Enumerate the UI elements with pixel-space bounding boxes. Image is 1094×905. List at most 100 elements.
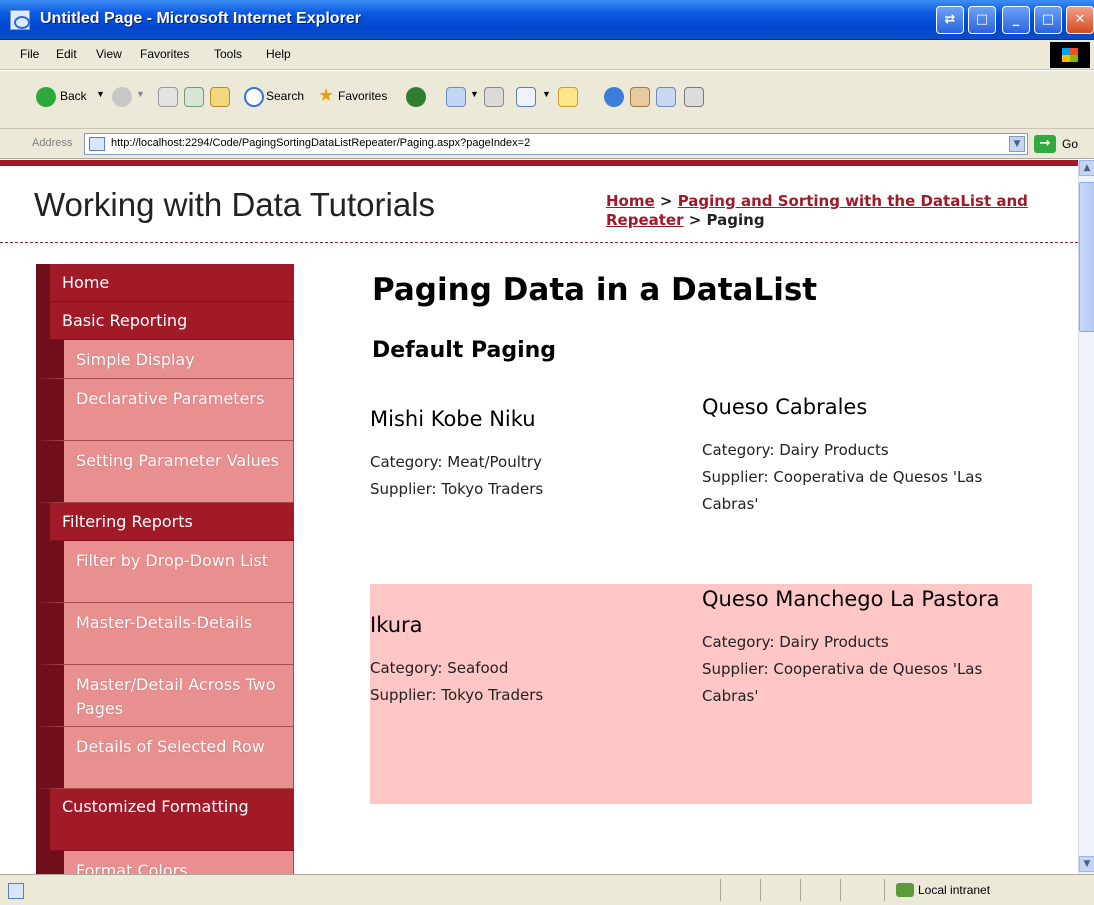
close-button[interactable]: ✕ (1066, 6, 1094, 34)
vertical-scrollbar[interactable]: ▲ ▼ (1078, 160, 1094, 874)
product-supplier: Supplier: Tokyo Traders (370, 480, 544, 498)
toolbar-extra-icon[interactable] (656, 87, 676, 107)
page-icon (89, 137, 105, 151)
product-item: Mishi Kobe Niku Category: Meat/Poultry S… (370, 406, 700, 503)
sidebar-item-master-detail-two-pages[interactable]: Master/Detail Across Two Pages (36, 665, 294, 727)
scroll-thumb[interactable] (1079, 182, 1094, 332)
product-supplier: Supplier: Cooperativa de Quesos 'Las Cab… (702, 660, 983, 705)
media-icon[interactable] (406, 87, 426, 107)
sidebar-item-declarative-parameters[interactable]: Declarative Parameters (36, 379, 294, 441)
status-divider (720, 879, 721, 901)
status-divider (840, 879, 841, 901)
sidebar-item-master-details-details[interactable]: Master-Details-Details (36, 603, 294, 665)
stop-icon[interactable] (158, 87, 178, 107)
title-bar: Untitled Page - Microsoft Internet Explo… (0, 0, 1094, 40)
site-title: Working with Data Tutorials (34, 186, 436, 223)
search-icon[interactable] (244, 87, 264, 107)
product-category: Category: Meat/Poultry (370, 453, 542, 471)
breadcrumb-separator: > (659, 192, 673, 210)
product-category: Category: Dairy Products (702, 633, 889, 651)
datalist-row: Mishi Kobe Niku Category: Meat/Poultry S… (370, 384, 1032, 584)
sidebar-item-filter-by-dropdown[interactable]: Filter by Drop-Down List (36, 541, 294, 603)
back-dropdown-icon[interactable]: ▼ (96, 89, 105, 99)
go-arrow-icon[interactable]: → (1034, 135, 1056, 153)
product-name: Mishi Kobe Niku (370, 407, 536, 431)
maximize-button[interactable]: □ (1034, 6, 1062, 34)
product-category: Category: Seafood (370, 659, 509, 677)
breadcrumb: Home > Paging and Sorting with the DataL… (606, 192, 1046, 230)
sidebar-item-details-selected-row[interactable]: Details of Selected Row (36, 727, 294, 789)
mail-dropdown-icon[interactable]: ▼ (470, 89, 479, 99)
discuss-icon[interactable] (558, 87, 578, 107)
refresh-icon[interactable] (184, 87, 204, 107)
address-url[interactable]: http://localhost:2294/Code/PagingSorting… (111, 137, 530, 149)
status-divider (760, 879, 761, 901)
restore-screen-icon[interactable]: ⇄ (936, 6, 964, 34)
word-edit-icon[interactable] (516, 87, 536, 107)
address-label: Address (32, 137, 73, 149)
ie-page-icon (10, 10, 30, 30)
search-button[interactable]: Search (266, 89, 304, 103)
messenger-icon[interactable] (604, 87, 624, 107)
product-supplier: Supplier: Tokyo Traders (370, 686, 544, 704)
sidebar-item-filtering-reports[interactable]: Filtering Reports (36, 503, 294, 541)
edit-dropdown-icon[interactable]: ▼ (542, 89, 551, 99)
sidebar-nav: Home Basic Reporting Simple Display Decl… (36, 264, 294, 874)
status-bar: Local intranet (0, 874, 1094, 905)
product-category: Category: Dairy Products (702, 441, 889, 459)
breadcrumb-current: Paging (706, 211, 765, 229)
page-status-icon (8, 883, 24, 899)
sidebar-item-simple-display[interactable]: Simple Display (36, 340, 294, 379)
breadcrumb-separator: > (688, 211, 702, 229)
status-divider (800, 879, 801, 901)
product-supplier: Supplier: Cooperativa de Quesos 'Las Cab… (702, 468, 983, 513)
menu-view[interactable]: View (96, 47, 122, 61)
back-button[interactable]: Back (60, 89, 87, 103)
status-divider (884, 879, 885, 901)
toolbar: Back ▼ ▼ Search ★ Favorites ▼ ▼ (0, 71, 1094, 129)
intranet-zone-icon (896, 883, 914, 897)
product-name: Queso Manchego La Pastora (702, 587, 1000, 611)
home-icon[interactable] (210, 87, 230, 107)
breadcrumb-home-link[interactable]: Home (606, 192, 655, 210)
sidebar-item-setting-parameter-values[interactable]: Setting Parameter Values (36, 441, 294, 503)
history-icon[interactable] (446, 87, 466, 107)
page-title: Paging Data in a DataList (372, 272, 818, 308)
section-title: Default Paging (372, 338, 557, 363)
print-icon[interactable] (484, 87, 504, 107)
research-icon[interactable] (630, 87, 650, 107)
address-input[interactable]: http://localhost:2294/Code/PagingSorting… (84, 133, 1028, 155)
grid-icon[interactable] (684, 87, 704, 107)
header-divider (0, 242, 1078, 243)
favorites-button[interactable]: Favorites (338, 89, 387, 103)
forward-dropdown-icon[interactable]: ▼ (136, 89, 145, 99)
product-name: Ikura (370, 613, 423, 637)
window-title: Untitled Page - Microsoft Internet Explo… (40, 10, 361, 27)
menu-bar: File Edit View Favorites Tools Help (0, 40, 1094, 70)
product-item: Queso Cabrales Category: Dairy Products … (702, 394, 1032, 518)
product-item: Queso Manchego La Pastora Category: Dair… (702, 586, 1032, 710)
sidebar-item-customized-formatting[interactable]: Customized Formatting (36, 789, 294, 851)
menu-tools[interactable]: Tools (214, 47, 242, 61)
sidebar-item-format-colors[interactable]: Format Colors (36, 851, 294, 874)
address-dropdown-icon[interactable]: ▼ (1009, 136, 1025, 152)
screen-icon[interactable]: □ (968, 6, 996, 34)
go-button[interactable]: Go (1062, 137, 1078, 151)
menu-edit[interactable]: Edit (56, 47, 77, 61)
datalist-row-alternate: Ikura Category: Seafood Supplier: Tokyo … (370, 584, 1032, 804)
menu-favorites[interactable]: Favorites (140, 47, 189, 61)
sidebar-item-basic-reporting[interactable]: Basic Reporting (36, 302, 294, 340)
scroll-up-icon[interactable]: ▲ (1079, 160, 1094, 176)
minimize-button[interactable]: _ (1002, 6, 1030, 34)
product-item: Ikura Category: Seafood Supplier: Tokyo … (370, 612, 700, 709)
windows-logo-icon (1050, 42, 1090, 68)
star-icon[interactable]: ★ (318, 85, 334, 106)
page-content: Working with Data Tutorials Home > Pagin… (0, 160, 1078, 874)
forward-arrow-icon[interactable] (112, 87, 132, 107)
menu-help[interactable]: Help (266, 47, 291, 61)
security-zone: Local intranet (918, 883, 991, 897)
menu-file[interactable]: File (20, 47, 39, 61)
back-arrow-icon[interactable] (36, 87, 56, 107)
sidebar-item-home[interactable]: Home (36, 264, 294, 302)
scroll-down-icon[interactable]: ▼ (1079, 856, 1094, 872)
